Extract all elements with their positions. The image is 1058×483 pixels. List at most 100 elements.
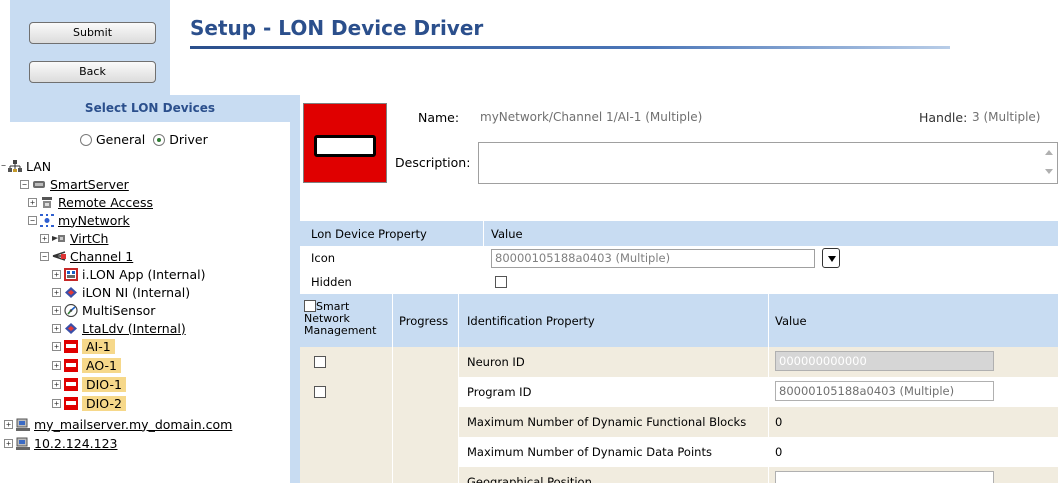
program-id-checkbox[interactable] xyxy=(314,386,326,398)
tree-label-smartserver[interactable]: SmartServer xyxy=(50,177,129,192)
identification-table-header: Smart Network Management Progress Identi… xyxy=(300,294,1058,347)
tree-node-ao1[interactable]: + AO-1 xyxy=(52,356,121,374)
max-dynamic-fbs-label: Maximum Number of Dynamic Functional Blo… xyxy=(467,415,747,429)
tree-node-remote-access[interactable]: + Remote Access xyxy=(28,193,153,211)
collapse-icon[interactable]: − xyxy=(20,179,29,189)
tree-label-ilon-app[interactable]: i.LON App (Internal) xyxy=(82,267,205,282)
tree-node-dio2[interactable]: + DIO-2 xyxy=(52,394,126,412)
tree-node-dio1[interactable]: + DIO-1 xyxy=(52,375,126,393)
handle-label: Handle: xyxy=(919,110,968,125)
col-identification-property: Identification Property xyxy=(467,294,595,347)
expand-icon[interactable]: + xyxy=(52,398,61,408)
expand-icon[interactable]: + xyxy=(40,233,49,243)
description-scrollbar[interactable] xyxy=(1043,145,1055,181)
tree-node-ai1[interactable]: + AI-1 xyxy=(52,337,115,355)
description-textarea[interactable] xyxy=(478,142,1058,184)
max-dynamic-dps-label: Maximum Number of Dynamic Data Points xyxy=(467,445,712,459)
tree-node-lan[interactable]: − LAN xyxy=(0,157,51,175)
expand-icon[interactable]: + xyxy=(52,360,61,370)
expand-icon[interactable]: + xyxy=(4,438,13,448)
tree-label-ilon-ni[interactable]: iLON NI (Internal) xyxy=(82,285,190,300)
tree-node-mailserver[interactable]: + my_mailserver.my_domain.com xyxy=(4,415,232,433)
col-progress: Progress xyxy=(399,294,448,347)
scroll-up-icon[interactable] xyxy=(1045,150,1053,155)
tree-node-channel1[interactable]: − Channel 1 xyxy=(40,247,133,265)
tree-label-remote-access[interactable]: Remote Access xyxy=(58,195,153,210)
lon-network-icon xyxy=(40,213,54,227)
virtual-channel-icon xyxy=(52,232,66,245)
device-icon xyxy=(64,358,78,372)
collapse-icon[interactable]: − xyxy=(40,251,49,261)
tree-label-multisensor[interactable]: MultiSensor xyxy=(82,303,155,318)
icon-dropdown-button[interactable] xyxy=(822,248,840,268)
ident-row-neuron-id: Neuron ID 000000000000 xyxy=(300,347,1058,377)
device-icon xyxy=(64,339,78,353)
general-radio-label[interactable]: General xyxy=(96,132,145,147)
smart-network-management-checkbox[interactable] xyxy=(304,300,316,312)
host-icon xyxy=(16,437,30,450)
driver-radio[interactable] xyxy=(153,133,166,146)
expand-icon[interactable]: + xyxy=(52,269,61,279)
ident-row-max-dynamic-dps: Maximum Number of Dynamic Data Points 0 xyxy=(300,437,1058,467)
expand-icon[interactable]: + xyxy=(52,287,61,297)
col-lon-device-property-label: Lon Device Property xyxy=(311,226,427,241)
col-value: Value xyxy=(491,221,523,246)
expand-icon[interactable]: + xyxy=(52,341,61,351)
mail-server-icon xyxy=(16,418,30,431)
geographical-position-input[interactable] xyxy=(775,471,994,483)
expand-icon[interactable]: + xyxy=(28,197,37,207)
tree-label-virtch[interactable]: VirtCh xyxy=(70,231,108,246)
scroll-down-icon[interactable] xyxy=(1045,169,1053,174)
expand-icon[interactable]: + xyxy=(52,305,61,315)
col-ident-value-label: Value xyxy=(775,313,807,328)
back-button[interactable]: Back xyxy=(29,61,156,83)
general-radio[interactable] xyxy=(80,133,92,146)
tree-label-lan[interactable]: LAN xyxy=(26,159,51,174)
tree-node-smartserver[interactable]: − SmartServer xyxy=(20,175,129,193)
tree-label-dio2[interactable]: DIO-2 xyxy=(82,395,126,411)
tree-node-ilon-ni[interactable]: + iLON NI (Internal) xyxy=(52,283,190,301)
collapse-icon[interactable]: − xyxy=(28,215,37,225)
submit-button[interactable]: Submit xyxy=(29,22,156,44)
hidden-checkbox[interactable] xyxy=(495,276,507,288)
icon-label: Icon xyxy=(311,246,335,270)
mode-radio-group: General Driver xyxy=(80,132,208,147)
tree-node-ip[interactable]: + 10.2.124.123 xyxy=(4,434,118,452)
expand-icon[interactable]: + xyxy=(52,323,61,333)
icon-label-text: Icon xyxy=(311,251,336,265)
max-dynamic-dps-value: 0 xyxy=(775,445,783,459)
name-value: myNetwork/Channel 1/AI-1 (Multiple) xyxy=(480,110,703,124)
property-table-header: Lon Device Property Value xyxy=(300,221,1058,246)
collapse-icon[interactable]: − xyxy=(0,161,7,171)
icon-select[interactable]: 80000105188a0403 (Multiple) xyxy=(491,249,815,268)
tree-node-mynetwork[interactable]: − myNetwork xyxy=(28,211,130,229)
tree-label-channel1[interactable]: Channel 1 xyxy=(70,249,133,264)
header: Submit Back Setup - LON Device Driver xyxy=(0,0,1058,95)
name-label: Name: xyxy=(418,110,460,125)
program-id-input[interactable]: 80000105188a0403 (Multiple) xyxy=(775,381,994,401)
tree-label-ip[interactable]: 10.2.124.123 xyxy=(34,436,118,451)
tree-node-ilon-app[interactable]: + i.LON App (Internal) xyxy=(52,265,205,283)
expand-icon[interactable]: + xyxy=(4,419,13,429)
tree-label-ai1[interactable]: AI-1 xyxy=(82,338,115,354)
panel-divider[interactable] xyxy=(290,95,300,483)
hidden-label: Hidden xyxy=(311,270,352,294)
tree-label-ltaldv[interactable]: LtaLdv (Internal) xyxy=(82,321,186,336)
expand-icon[interactable]: + xyxy=(52,379,61,389)
neuron-id-checkbox[interactable] xyxy=(314,356,326,368)
tree-label-mynetwork[interactable]: myNetwork xyxy=(58,213,130,228)
button-column: Submit Back xyxy=(10,0,170,95)
tree-label-mailserver[interactable]: my_mailserver.my_domain.com xyxy=(34,417,232,432)
server-icon xyxy=(32,178,46,191)
driver-radio-label[interactable]: Driver xyxy=(169,132,207,147)
tree-node-virtch[interactable]: + VirtCh xyxy=(40,229,108,247)
tree-node-ltaldv[interactable]: + LtaLdv (Internal) xyxy=(52,319,186,337)
ltaldv-device-icon xyxy=(64,322,78,335)
tree-label-dio1[interactable]: DIO-1 xyxy=(82,376,126,392)
col-smart-network-management: Smart Network Management xyxy=(304,300,388,337)
tree-node-multisensor[interactable]: + MultiSensor xyxy=(52,301,155,319)
ni-device-icon xyxy=(64,286,78,299)
ident-row-program-id: Program ID 80000105188a0403 (Multiple) xyxy=(300,377,1058,407)
tree-label-ao1[interactable]: AO-1 xyxy=(82,357,121,373)
col-progress-label: Progress xyxy=(399,313,449,328)
